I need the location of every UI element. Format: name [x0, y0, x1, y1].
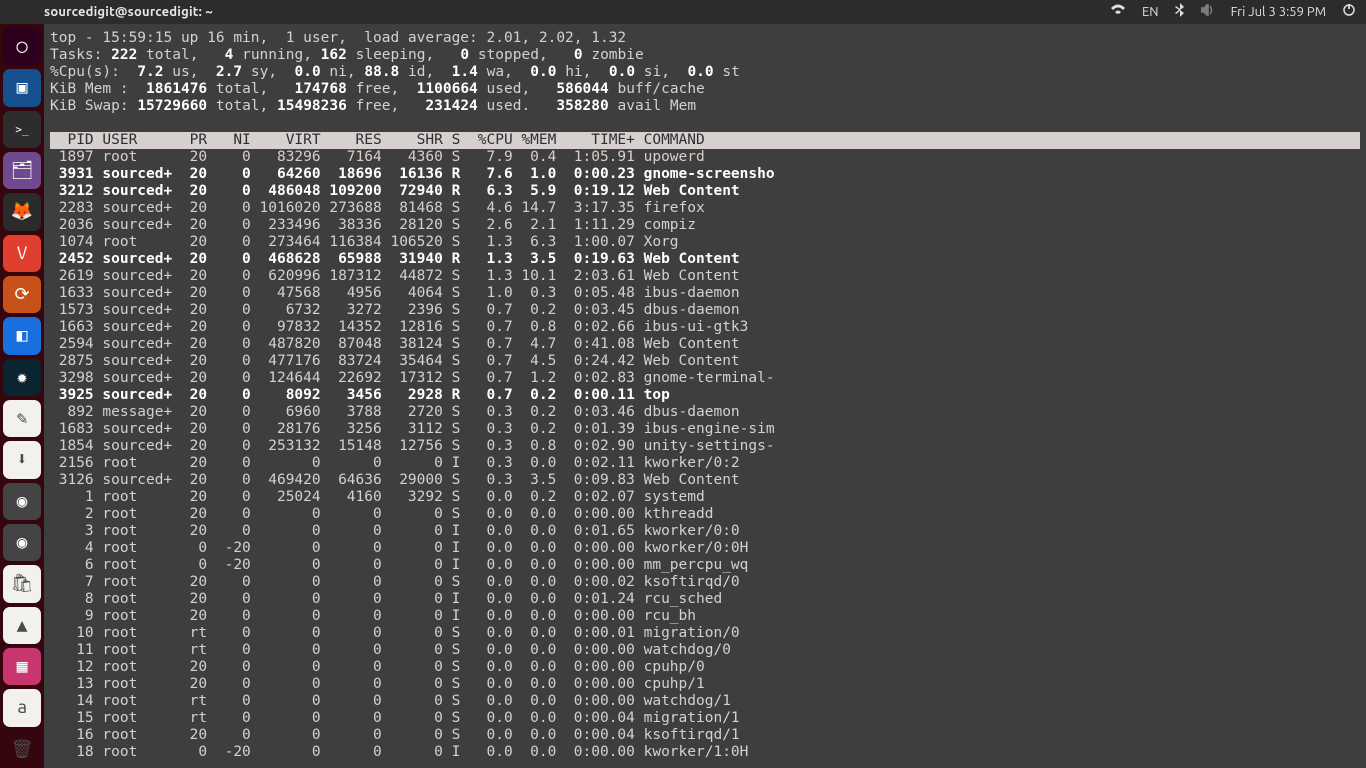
process-row: 1 root 20 0 25024 4160 3292 S 0.0 0.2 0:… [50, 489, 1360, 506]
vlc-icon[interactable]: ▲ [3, 607, 41, 644]
process-row: 2 root 20 0 0 0 0 S 0.0 0.0 0:00.00 kthr… [50, 506, 1360, 523]
process-row: 1663 sourced+ 20 0 97832 14352 12816 S 0… [50, 319, 1360, 336]
process-row: 1074 root 20 0 273464 116384 106520 S 1.… [50, 234, 1360, 251]
process-row: 892 message+ 20 0 6960 3788 2720 S 0.3 0… [50, 404, 1360, 421]
unity-launcher[interactable]: ◯ ▣ >_ 🗂 🦊 V ⟳ ◧ ✹ ✎ ⬇ ◉ ◉ 🛍 ▲ ▦ a 🗑 [0, 24, 44, 768]
process-row: 3212 sourced+ 20 0 486048 109200 72940 R… [50, 183, 1360, 200]
power-icon[interactable] [1342, 3, 1356, 22]
process-row: 1683 sourced+ 20 0 28176 3256 3112 S 0.3… [50, 421, 1360, 438]
top-swap-line: KiB Swap: 15729660 total, 15498236 free,… [50, 98, 1360, 115]
process-row: 2594 sourced+ 20 0 487820 87048 38124 S … [50, 336, 1360, 353]
folder-icon[interactable]: ▣ [3, 69, 41, 106]
system-indicators[interactable]: EN Fri Jul 3 3:59 PM [1110, 3, 1366, 22]
process-row: 10 root rt 0 0 0 0 S 0.0 0.0 0:00.01 mig… [50, 625, 1360, 642]
process-row: 18 root 0 -20 0 0 0 I 0.0 0.0 0:00.00 kw… [50, 744, 1360, 761]
top-mem-line: KiB Mem : 1861476 total, 174768 free, 11… [50, 81, 1360, 98]
process-row: 13 root 20 0 0 0 0 S 0.0 0.0 0:00.00 cpu… [50, 676, 1360, 693]
top-cpu-line: %Cpu(s): 7.2 us, 2.7 sy, 0.0 ni, 88.8 id… [50, 64, 1360, 81]
terminal-output[interactable]: top - 15:59:15 up 16 min, 1 user, load a… [44, 24, 1366, 768]
process-row: 1897 root 20 0 83296 7164 4360 S 7.9 0.4… [50, 149, 1360, 166]
files-icon[interactable]: 🗂 [3, 152, 41, 189]
process-row: 2619 sourced+ 20 0 620996 187312 44872 S… [50, 268, 1360, 285]
process-row: 14 root rt 0 0 0 0 S 0.0 0.0 0:00.00 wat… [50, 693, 1360, 710]
top-menubar: sourcedigit@sourcedigit: ~ EN Fri Jul 3 … [0, 0, 1366, 24]
process-row: 7 root 20 0 0 0 0 S 0.0 0.0 0:00.02 ksof… [50, 574, 1360, 591]
image-icon[interactable]: ▦ [3, 648, 41, 685]
process-row: 3931 sourced+ 20 0 64260 18696 16136 R 7… [50, 166, 1360, 183]
process-row: 2156 root 20 0 0 0 0 I 0.3 0.0 0:02.11 k… [50, 455, 1360, 472]
process-row: 3 root 20 0 0 0 0 I 0.0 0.0 0:01.65 kwor… [50, 523, 1360, 540]
blank-line [50, 115, 1360, 132]
process-row: 2452 sourced+ 20 0 468628 65988 31940 R … [50, 251, 1360, 268]
ubuntu-dash-icon[interactable]: ◯ [3, 28, 41, 65]
amazon-icon[interactable]: a [3, 689, 41, 726]
disk1-icon[interactable]: ◉ [3, 483, 41, 520]
process-row: 1854 sourced+ 20 0 253132 15148 12756 S … [50, 438, 1360, 455]
wifi-icon[interactable] [1110, 4, 1126, 21]
process-row: 16 root 20 0 0 0 0 S 0.0 0.0 0:00.04 kso… [50, 727, 1360, 744]
process-row: 11 root rt 0 0 0 0 S 0.0 0.0 0:00.00 wat… [50, 642, 1360, 659]
clock[interactable]: Fri Jul 3 3:59 PM [1231, 4, 1326, 21]
process-row: 3298 sourced+ 20 0 124644 22692 17312 S … [50, 370, 1360, 387]
process-list: 1897 root 20 0 83296 7164 4360 S 7.9 0.4… [50, 149, 1360, 761]
process-row: 3925 sourced+ 20 0 8092 3456 2928 R 0.7 … [50, 387, 1360, 404]
language-indicator[interactable]: EN [1142, 4, 1159, 21]
process-row: 2875 sourced+ 20 0 477176 83724 35464 S … [50, 353, 1360, 370]
volume-icon[interactable] [1201, 4, 1215, 21]
app-icon[interactable]: ◧ [3, 317, 41, 354]
column-header: PID USER PR NI VIRT RES SHR S %CPU %MEM … [50, 132, 1360, 149]
process-row: 6 root 0 -20 0 0 0 I 0.0 0.0 0:00.00 mm_… [50, 557, 1360, 574]
process-row: 8 root 20 0 0 0 0 I 0.0 0.0 0:01.24 rcu_… [50, 591, 1360, 608]
process-row: 3126 sourced+ 20 0 469420 64636 29000 S … [50, 472, 1360, 489]
sync-icon[interactable]: ⟳ [3, 276, 41, 313]
brave-icon[interactable]: V [3, 235, 41, 272]
terminal-icon[interactable]: >_ [3, 111, 41, 148]
process-row: 12 root 20 0 0 0 0 S 0.0 0.0 0:00.00 cpu… [50, 659, 1360, 676]
document-icon[interactable]: ✎ [3, 400, 41, 437]
process-row: 1573 sourced+ 20 0 6732 3272 2396 S 0.7 … [50, 302, 1360, 319]
process-row: 2036 sourced+ 20 0 233496 38336 28120 S … [50, 217, 1360, 234]
process-row: 1633 sourced+ 20 0 47568 4956 4064 S 1.0… [50, 285, 1360, 302]
process-row: 4 root 0 -20 0 0 0 I 0.0 0.0 0:00.00 kwo… [50, 540, 1360, 557]
download-icon[interactable]: ⬇ [3, 441, 41, 478]
trash-icon[interactable]: 🗑 [3, 731, 41, 768]
process-row: 9 root 20 0 0 0 0 I 0.0 0.0 0:00.00 rcu_… [50, 608, 1360, 625]
window-title: sourcedigit@sourcedigit: ~ [44, 4, 213, 21]
process-row: 15 root rt 0 0 0 0 S 0.0 0.0 0:00.04 mig… [50, 710, 1360, 727]
software-icon[interactable]: 🛍 [3, 565, 41, 602]
bluetooth-icon[interactable] [1175, 3, 1185, 22]
top-tasks-line: Tasks: 222 total, 4 running, 162 sleepin… [50, 47, 1360, 64]
process-row: 2283 sourced+ 20 0 1016020 273688 81468 … [50, 200, 1360, 217]
disk2-icon[interactable]: ◉ [3, 524, 41, 561]
firefox-icon[interactable]: 🦊 [3, 193, 41, 230]
settings-icon[interactable]: ✹ [3, 359, 41, 396]
top-summary-line1: top - 15:59:15 up 16 min, 1 user, load a… [50, 30, 1360, 47]
